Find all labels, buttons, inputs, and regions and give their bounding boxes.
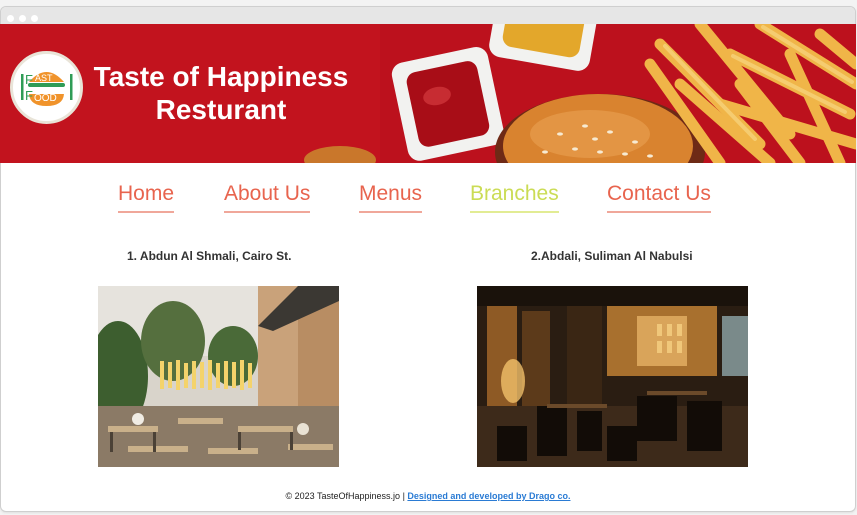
outdoor-terrace-photo (98, 286, 339, 467)
nav-menus-link[interactable]: Menus (359, 182, 423, 213)
nav-contact-link[interactable]: Contact Us (607, 182, 711, 213)
header-banner: F AST F OOD Taste of Happiness Resturant (0, 24, 856, 163)
nav-branches-link[interactable]: Branches (470, 182, 559, 213)
fast-food-logo-icon: F AST F OOD (15, 56, 78, 119)
logo-word-top: AST (35, 73, 53, 83)
logo-word-bottom: OOD (34, 93, 57, 104)
branch-1-photo (98, 286, 339, 467)
brand-title-line1: Taste of Happiness (93, 61, 349, 92)
branch-2-label: 2.Abdali, Suliman Al Nabulsi (531, 249, 693, 263)
nav-home-link[interactable]: Home (118, 182, 175, 213)
window-dot-icon[interactable] (7, 15, 14, 22)
brand-title: Taste of Happiness Resturant (86, 60, 356, 126)
footer-copyright: © 2023 TasteOfHappiness.jo | (285, 491, 405, 501)
logo-letter-f: F (25, 72, 33, 87)
window-dot-icon[interactable] (31, 15, 38, 22)
window-dot-icon[interactable] (19, 15, 26, 22)
brand-title-line2: Resturant (155, 94, 287, 125)
page-footer: © 2023 TasteOfHappiness.jo | Designed an… (0, 491, 856, 501)
brand-logo[interactable]: F AST F OOD (10, 51, 83, 124)
branch-2-photo (477, 286, 748, 467)
main-nav: Home About Us Menus Branches Contact Us (0, 182, 856, 222)
nav-about-link[interactable]: About Us (224, 182, 311, 213)
logo-letter-f: F (25, 88, 33, 103)
indoor-dining-photo (477, 286, 748, 467)
footer-credit-link[interactable]: Designed and developed by Drago co. (407, 491, 570, 501)
branch-1-label: 1. Abdun Al Shmali, Cairo St. (127, 249, 292, 263)
